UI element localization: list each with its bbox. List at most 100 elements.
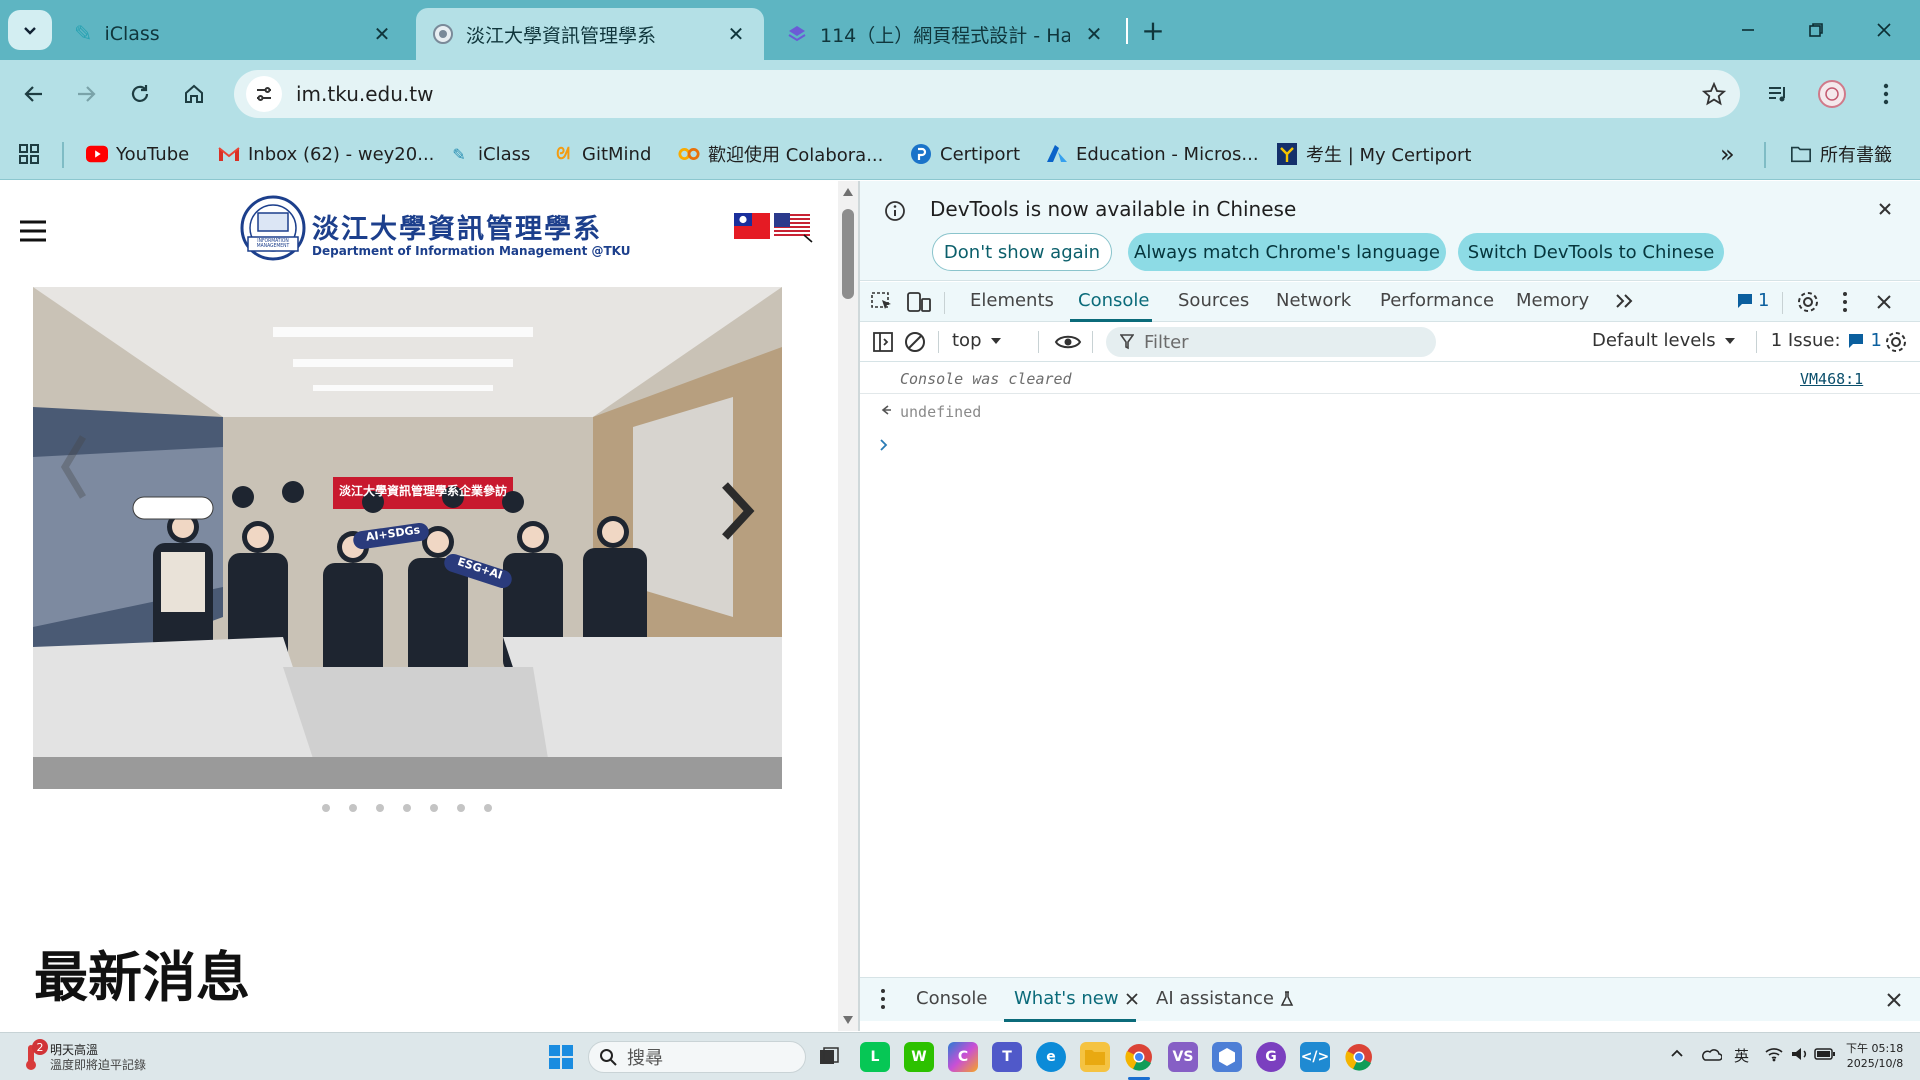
tab-iclass[interactable]: ✎ iClass ✕	[58, 8, 410, 60]
bookmark-iclass[interactable]: ✎ iClass	[448, 138, 530, 170]
carousel-dot[interactable]	[322, 804, 330, 812]
vscode-app-icon[interactable]: </>	[1300, 1042, 1330, 1072]
us-flag-icon[interactable]	[774, 213, 814, 243]
hamburger-menu-icon[interactable]	[18, 219, 48, 243]
tab-sources[interactable]: Sources	[1178, 290, 1249, 311]
reload-button[interactable]	[120, 74, 160, 114]
close-tab-icon[interactable]: ✕	[1082, 22, 1106, 46]
inspect-element-icon[interactable]	[870, 291, 894, 313]
close-tab-icon[interactable]: ✕	[724, 22, 748, 46]
issues-link[interactable]: 1 Issue: 1	[1752, 330, 1882, 351]
apps-grid-icon[interactable]	[18, 138, 40, 170]
execution-context-select[interactable]: top	[952, 330, 1002, 351]
tab-tku-im[interactable]: 淡江大學資訊管理學系 ✕	[416, 8, 764, 60]
close-infobar-icon[interactable]	[1877, 201, 1893, 217]
customize-menu-icon[interactable]	[1842, 291, 1848, 313]
close-devtools-icon[interactable]	[1876, 294, 1892, 310]
volume-icon[interactable]	[1790, 1046, 1810, 1062]
tab-hackmd[interactable]: 114（上）網頁程式設計 - Hack ✕	[770, 8, 1122, 60]
taiwan-flag-icon[interactable]	[734, 213, 770, 239]
drawer-tab-whats-new[interactable]: What's new	[1014, 988, 1139, 1009]
tab-console[interactable]: Console	[1078, 290, 1149, 311]
carousel-dot[interactable]	[349, 804, 357, 812]
weather-widget[interactable]: 2 明天高溫 溫度即將迫平記錄	[20, 1039, 146, 1073]
bookmark-education-microsoft[interactable]: Education - Micros...	[1046, 138, 1259, 170]
taskbar-search[interactable]: 搜尋	[588, 1041, 806, 1073]
console-prompt[interactable]	[860, 430, 1920, 462]
scrollbar-thumb[interactable]	[842, 209, 854, 299]
chrome-menu-icon[interactable]	[1866, 74, 1906, 114]
match-language-button[interactable]: Always match Chrome's language	[1128, 233, 1446, 271]
device-toolbar-icon[interactable]	[906, 291, 932, 313]
github-desktop-icon[interactable]: G	[1256, 1042, 1286, 1072]
more-bookmarks-button[interactable]: »	[1720, 138, 1735, 170]
carousel-dot[interactable]	[403, 804, 411, 812]
copilot-app-icon[interactable]: C	[948, 1042, 978, 1072]
new-tab-button[interactable]: +	[1136, 12, 1170, 48]
dont-show-again-button[interactable]: Don't show again	[932, 233, 1112, 271]
drawer-tab-console[interactable]: Console	[916, 988, 987, 1009]
issues-counter-button[interactable]: 1	[1736, 290, 1769, 311]
clear-console-icon[interactable]	[904, 331, 926, 353]
close-drawer-tab-icon[interactable]	[1125, 992, 1139, 1006]
edge-app-icon[interactable]: e	[1036, 1042, 1066, 1072]
windows-start-icon[interactable]	[546, 1042, 576, 1072]
close-window-button[interactable]	[1854, 8, 1914, 52]
file-explorer-icon[interactable]	[1080, 1042, 1110, 1072]
back-button[interactable]	[14, 74, 54, 114]
package-app-icon[interactable]	[1212, 1042, 1242, 1072]
address-bar[interactable]: im.tku.edu.tw	[234, 70, 1740, 118]
more-tabs-icon[interactable]	[1614, 290, 1636, 312]
media-controls-icon[interactable]	[1758, 74, 1798, 114]
carousel-dot[interactable]	[457, 804, 465, 812]
wechat-app-icon[interactable]: W	[904, 1042, 934, 1072]
carousel-slide-photo[interactable]: 淡江大學資訊管理學系企業參訪 AI+SDGs ESG+AI	[33, 287, 782, 789]
line-app-icon[interactable]: L	[860, 1042, 890, 1072]
profile-avatar[interactable]	[1812, 74, 1852, 114]
close-tab-icon[interactable]: ✕	[370, 22, 394, 46]
bookmark-gmail[interactable]: Inbox (62) - wey20...	[218, 138, 434, 170]
drawer-menu-icon[interactable]	[880, 988, 886, 1010]
bookmark-gitmind[interactable]: ᘛ GitMind	[552, 138, 651, 170]
teams-app-icon[interactable]: T	[992, 1042, 1022, 1072]
bookmark-star-icon[interactable]	[1702, 82, 1726, 106]
tab-network[interactable]: Network	[1276, 290, 1351, 311]
battery-icon[interactable]	[1814, 1047, 1836, 1061]
forward-button[interactable]	[66, 74, 106, 114]
console-filter-input[interactable]: Filter	[1106, 327, 1436, 357]
settings-gear-icon[interactable]	[1796, 290, 1820, 314]
visual-studio-icon[interactable]: VS	[1168, 1042, 1198, 1072]
switch-to-chinese-button[interactable]: Switch DevTools to Chinese	[1458, 233, 1724, 271]
chrome-app-icon[interactable]	[1124, 1042, 1154, 1072]
bookmark-colab[interactable]: 歡迎使用 Colabora...	[678, 138, 883, 170]
carousel-dot[interactable]	[484, 804, 492, 812]
live-expression-eye-icon[interactable]	[1054, 331, 1082, 353]
log-levels-select[interactable]: Default levels	[1592, 330, 1736, 351]
carousel-dot[interactable]	[376, 804, 384, 812]
department-seal-logo[interactable]: INFORMATION MANAGEMENT	[240, 195, 306, 261]
onedrive-icon[interactable]	[1700, 1046, 1722, 1062]
page-scrollbar[interactable]	[838, 181, 858, 1031]
close-drawer-icon[interactable]	[1886, 992, 1902, 1008]
tab-memory[interactable]: Memory	[1516, 290, 1589, 311]
bookmark-my-certiport[interactable]: 考生 | My Certiport	[1276, 138, 1471, 170]
carousel-dot[interactable]	[430, 804, 438, 812]
url-text[interactable]: im.tku.edu.tw	[296, 82, 433, 106]
home-button[interactable]	[174, 74, 214, 114]
minimize-button[interactable]	[1718, 8, 1778, 52]
tab-performance[interactable]: Performance	[1380, 290, 1494, 311]
bookmark-youtube[interactable]: YouTube	[86, 138, 189, 170]
chrome-profile-app-icon[interactable]	[1344, 1042, 1374, 1072]
sidebar-toggle-icon[interactable]	[872, 331, 894, 353]
all-bookmarks-button[interactable]: 所有書籤	[1790, 138, 1892, 170]
console-source-link[interactable]: VM468:1	[1800, 370, 1863, 388]
drawer-tab-ai-assistance[interactable]: AI assistance	[1156, 988, 1294, 1009]
restore-button[interactable]	[1786, 8, 1846, 52]
clock[interactable]: 下午 05:18 2025/10/8	[1846, 1041, 1903, 1071]
wifi-icon[interactable]	[1764, 1046, 1784, 1062]
ime-indicator[interactable]: 英	[1734, 1045, 1749, 1066]
tab-elements[interactable]: Elements	[970, 290, 1054, 311]
console-settings-gear-icon[interactable]	[1884, 330, 1908, 354]
bookmark-certiport[interactable]: Certiport	[910, 138, 1020, 170]
tray-overflow-icon[interactable]	[1670, 1048, 1684, 1058]
